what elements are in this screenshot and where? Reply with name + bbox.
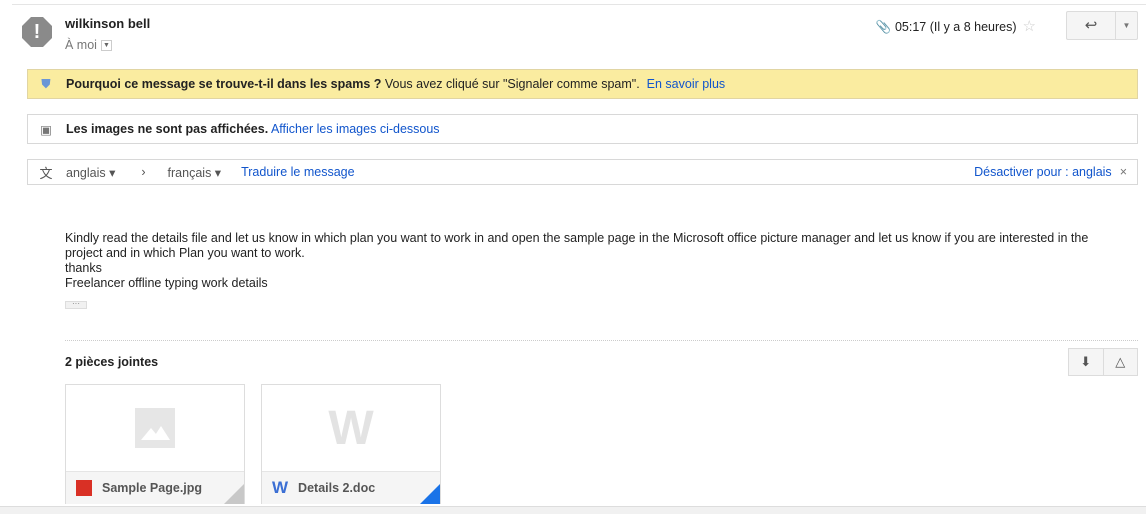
attachment-card[interactable]: W W Details 2.doc bbox=[261, 384, 441, 504]
word-placeholder-icon: W bbox=[328, 401, 374, 455]
more-actions-dropdown[interactable]: ▼ bbox=[1116, 12, 1137, 39]
attachment-actions: ⬇ △ bbox=[1068, 348, 1138, 376]
show-images-link[interactable]: Afficher les images ci-dessous bbox=[271, 122, 440, 136]
divider bbox=[65, 340, 1138, 341]
attachments-title: 2 pièces jointes bbox=[65, 355, 159, 369]
spam-notice-title: Pourquoi ce message se trouve-t-il dans … bbox=[66, 77, 382, 91]
close-icon[interactable]: × bbox=[1120, 165, 1127, 179]
fold-corner bbox=[224, 484, 244, 504]
recipient-details-dropdown[interactable]: ▼ bbox=[100, 40, 112, 52]
attachment-name: Sample Page.jpg bbox=[102, 481, 203, 495]
word-file-icon: W bbox=[272, 478, 289, 497]
disable-translation-link[interactable]: Désactiver pour : anglais bbox=[974, 165, 1112, 179]
image-file-icon bbox=[76, 480, 92, 496]
body-line: Freelancer offline typing work details bbox=[65, 276, 268, 290]
message-body: Kindly read the details file and let us … bbox=[65, 231, 1125, 291]
download-all-button[interactable]: ⬇ bbox=[1069, 349, 1104, 375]
attachment-name: Details 2.doc bbox=[298, 481, 376, 495]
recipient-label: À moi bbox=[65, 38, 97, 52]
fold-corner bbox=[420, 484, 440, 504]
attachment-card[interactable]: Sample Page.jpg bbox=[65, 384, 245, 504]
save-to-drive-button[interactable]: △ bbox=[1104, 349, 1138, 375]
reply-group: ↩ ▼ bbox=[1066, 11, 1138, 40]
source-language-select[interactable]: anglais ▾ bbox=[66, 165, 115, 180]
shield-icon: ⛊ bbox=[41, 76, 51, 91]
timestamp: 05:17 (Il y a 8 heures) bbox=[894, 20, 1017, 34]
translate-bar: 文 anglais ▾ › français ▾ Traduire le mes… bbox=[27, 159, 1138, 185]
body-line: thanks bbox=[65, 261, 102, 275]
images-hidden-notice: ▣ Les images ne sont pas affichées. Affi… bbox=[27, 114, 1138, 144]
image-placeholder-icon bbox=[66, 385, 244, 471]
reply-button[interactable]: ↩ bbox=[1067, 12, 1116, 39]
recipient: À moi ▼ bbox=[65, 38, 112, 52]
arrow-right-icon: › bbox=[141, 165, 146, 179]
paperclip-icon: 📎 bbox=[875, 20, 892, 34]
translate-icon: 文 bbox=[39, 165, 53, 181]
show-trimmed-content-button[interactable]: ··· bbox=[65, 300, 87, 309]
spam-notice: ⛊ Pourquoi ce message se trouve-t-il dan… bbox=[27, 69, 1138, 99]
star-icon[interactable]: ☆ bbox=[1023, 18, 1036, 35]
image-icon: ▣ bbox=[40, 122, 52, 137]
sender-name[interactable]: wilkinson bell bbox=[65, 16, 150, 31]
body-line: Kindly read the details file and let us … bbox=[65, 231, 1089, 260]
images-hidden-text: Les images ne sont pas affichées. bbox=[66, 122, 269, 136]
target-language-select[interactable]: français ▾ bbox=[168, 165, 222, 180]
translate-message-link[interactable]: Traduire le message bbox=[241, 165, 354, 179]
spam-warning-avatar: ! bbox=[22, 17, 52, 47]
spam-notice-text: Vous avez cliqué sur "Signaler comme spa… bbox=[384, 77, 640, 91]
divider bbox=[12, 4, 1146, 5]
bottom-bar bbox=[0, 506, 1146, 514]
learn-more-link[interactable]: En savoir plus bbox=[647, 77, 726, 91]
message-meta: 📎 05:17 (Il y a 8 heures) ☆ bbox=[876, 17, 1036, 35]
